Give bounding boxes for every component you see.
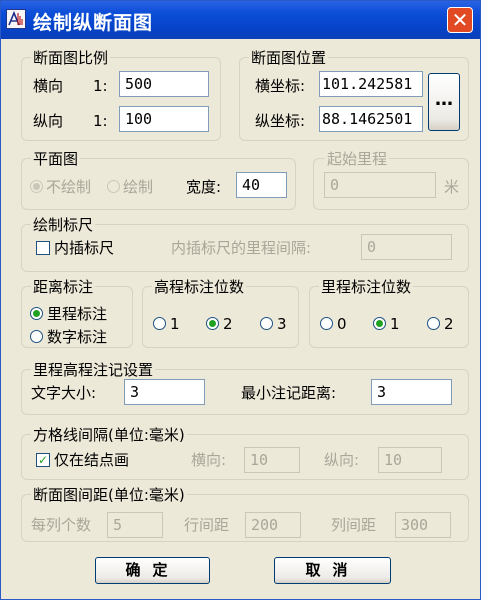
pick-point-button[interactable]: …	[428, 73, 460, 131]
distance-number-radio[interactable]	[30, 330, 43, 343]
mile-digits-caption: 里程标注位数	[319, 278, 414, 296]
plan-caption: 平面图	[31, 150, 81, 168]
scale-h-label: 横向	[33, 77, 64, 95]
annot-min-label: 最小注记距离:	[241, 384, 337, 402]
spacing-cols-input[interactable]: 5	[107, 512, 163, 538]
start-unit: 米	[444, 178, 460, 196]
spacing-row-label: 行间距	[184, 516, 230, 534]
mile-digits-radio-0[interactable]	[320, 317, 333, 330]
grid-caption: 方格线间隔(单位:毫米)	[31, 426, 187, 444]
start-mileage-input[interactable]: 0	[324, 172, 436, 198]
plan-none-label: 不绘制	[46, 178, 92, 196]
distance-mileage-label: 里程标注	[47, 305, 108, 323]
elev-digits-label-3: 3	[277, 315, 287, 333]
distance-mileage-radio[interactable]	[30, 307, 43, 320]
grid-only-node-checkbox[interactable]: ✓	[36, 453, 50, 467]
scale-h-input[interactable]: 500	[119, 71, 209, 97]
plan-draw-label: 绘制	[123, 178, 154, 196]
annot-font-label: 文字大小:	[31, 384, 97, 402]
grid-h-input[interactable]: 10	[244, 447, 300, 473]
app-icon-glyph	[8, 10, 23, 26]
plan-none-radio[interactable]	[30, 180, 43, 193]
cancel-button[interactable]: 取消	[274, 557, 391, 584]
scale-h-prefix: 1:	[93, 77, 108, 95]
plan-width-label: 宽度:	[186, 178, 222, 196]
spacing-row-input[interactable]: 200	[245, 512, 301, 538]
ruler-interval-label: 内插标尺的里程间隔:	[171, 239, 312, 257]
elev-digits-radio-2[interactable]	[206, 317, 219, 330]
dialog-window: 绘制纵断面图 ✕ 断面图比例 横向 1: 500 纵向 1: 100 断面图位置…	[0, 0, 481, 600]
grid-only-node-label: 仅在结点画	[54, 451, 130, 469]
start-caption: 起始里程	[325, 150, 390, 168]
spacing-col-label: 列间距	[331, 516, 377, 534]
grid-v-input[interactable]: 10	[378, 447, 442, 473]
scale-caption: 断面图比例	[31, 49, 111, 67]
elev-digits-label-1: 1	[170, 315, 180, 333]
mile-digits-label-0: 0	[337, 315, 347, 333]
position-x-input[interactable]: 101.242581	[319, 71, 423, 97]
position-y-label: 纵坐标:	[255, 112, 306, 130]
mile-digits-radio-2[interactable]	[427, 317, 440, 330]
app-icon	[6, 9, 26, 29]
ruler-caption: 绘制标尺	[31, 216, 96, 234]
ruler-insert-checkbox[interactable]	[36, 241, 50, 255]
scale-v-prefix: 1:	[93, 112, 108, 130]
elev-digits-label-2: 2	[223, 315, 233, 333]
elev-digits-radio-3[interactable]	[260, 317, 273, 330]
annot-min-input[interactable]: 3	[371, 379, 452, 405]
spacing-caption: 断面图间距(单位:毫米)	[31, 486, 187, 504]
plan-draw-radio[interactable]	[107, 180, 120, 193]
ruler-insert-label: 内插标尺	[54, 239, 115, 257]
grid-v-label: 纵向:	[324, 451, 360, 469]
elev-digits-radio-1[interactable]	[153, 317, 166, 330]
scale-v-label: 纵向	[33, 112, 64, 130]
position-y-input[interactable]: 88.1462501	[319, 106, 423, 132]
spacing-cols-label: 每列个数	[31, 516, 92, 534]
annot-font-input[interactable]: 3	[124, 379, 205, 405]
spacing-col-input[interactable]: 300	[395, 512, 451, 538]
grid-h-label: 横向:	[191, 451, 227, 469]
scale-v-input[interactable]: 100	[119, 106, 209, 132]
elev-digits-caption: 高程标注位数	[152, 278, 247, 296]
ok-button[interactable]: 确定	[95, 557, 210, 584]
position-caption: 断面图位置	[249, 49, 329, 67]
close-button[interactable]: ✕	[447, 7, 473, 33]
mile-digits-label-2: 2	[444, 315, 454, 333]
mile-digits-radio-1[interactable]	[373, 317, 386, 330]
title-bar[interactable]: 绘制纵断面图 ✕	[1, 1, 480, 39]
position-x-label: 横坐标:	[255, 77, 306, 95]
plan-width-input[interactable]: 40	[236, 172, 287, 198]
distance-caption: 距离标注	[31, 278, 96, 296]
ruler-interval-input[interactable]: 0	[361, 234, 452, 260]
annot-caption: 里程高程注记设置	[31, 361, 156, 379]
window-title: 绘制纵断面图	[33, 12, 154, 34]
mile-digits-label-1: 1	[390, 315, 400, 333]
distance-number-label: 数字标注	[47, 328, 108, 346]
